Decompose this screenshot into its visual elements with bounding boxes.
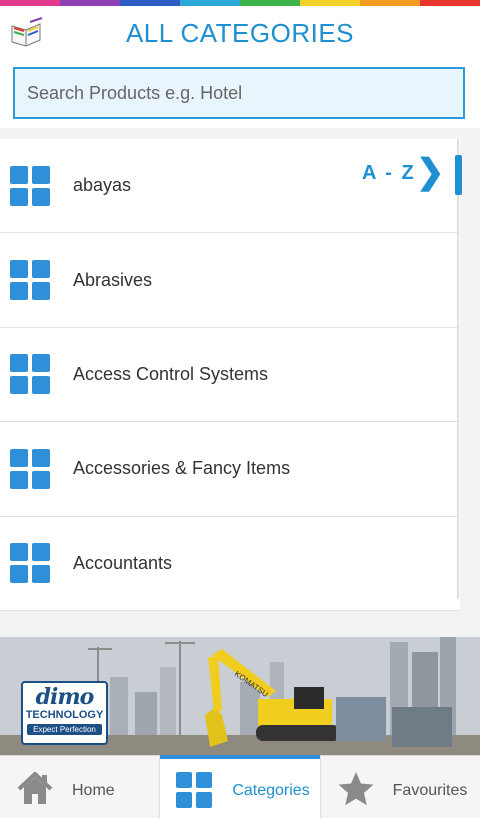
category-grid-icon — [10, 448, 50, 489]
search-bar — [0, 60, 480, 128]
category-grid-icon — [10, 543, 50, 584]
brand-name: dimo — [35, 684, 95, 710]
tab-home-label: Home — [72, 782, 115, 799]
bottom-tab-bar: Home Categories Favourites — [0, 755, 480, 818]
category-label: Accountants — [73, 552, 173, 573]
category-grid-icon — [10, 260, 50, 301]
grid-icon — [176, 772, 213, 808]
list-item[interactable]: Accountants — [0, 517, 460, 611]
tab-categories[interactable]: Categories — [160, 755, 321, 818]
category-list[interactable]: abayas Abrasives Access Control Systems … — [0, 139, 460, 611]
category-label: Access Control Systems — [73, 363, 269, 384]
category-grid-icon — [10, 354, 50, 395]
az-index-label[interactable]: A - Z — [362, 162, 416, 185]
scrollbar-thumb[interactable] — [455, 155, 462, 195]
advertisement-banner[interactable]: KOMATSU dimo TECHNOLOGY Expect Perfectio… — [0, 637, 480, 755]
tab-favourites-label: Favourites — [392, 782, 468, 799]
category-label: Accessories & Fancy Items — [73, 458, 291, 479]
tab-favourites[interactable]: Favourites — [321, 756, 480, 818]
brand-sub: TECHNOLOGY — [25, 709, 104, 721]
tab-home[interactable]: Home — [0, 756, 161, 818]
search-input[interactable] — [13, 67, 465, 119]
list-item[interactable]: Access Control Systems — [0, 328, 460, 423]
brand-tagline: Expect Perfection — [27, 724, 102, 735]
category-label: abayas — [73, 175, 132, 196]
home-icon — [17, 772, 53, 804]
page-title: ALL CATEGORIES — [125, 17, 355, 48]
tab-categories-label: Categories — [232, 782, 310, 799]
list-item[interactable]: Accessories & Fancy Items — [0, 422, 460, 517]
category-label: Abrasives — [73, 269, 153, 290]
star-icon — [338, 772, 374, 806]
list-item[interactable]: abayas — [0, 139, 460, 234]
chevron-right-icon[interactable]: ❯ — [416, 152, 445, 192]
book-logo-icon[interactable] — [8, 16, 44, 52]
scrollbar-track[interactable] — [457, 139, 459, 599]
app-header: ALL CATEGORIES — [0, 6, 480, 60]
dimo-logo: dimo TECHNOLOGY Expect Perfection — [21, 681, 108, 745]
list-item[interactable]: Abrasives — [0, 233, 460, 328]
category-grid-icon — [10, 165, 50, 206]
